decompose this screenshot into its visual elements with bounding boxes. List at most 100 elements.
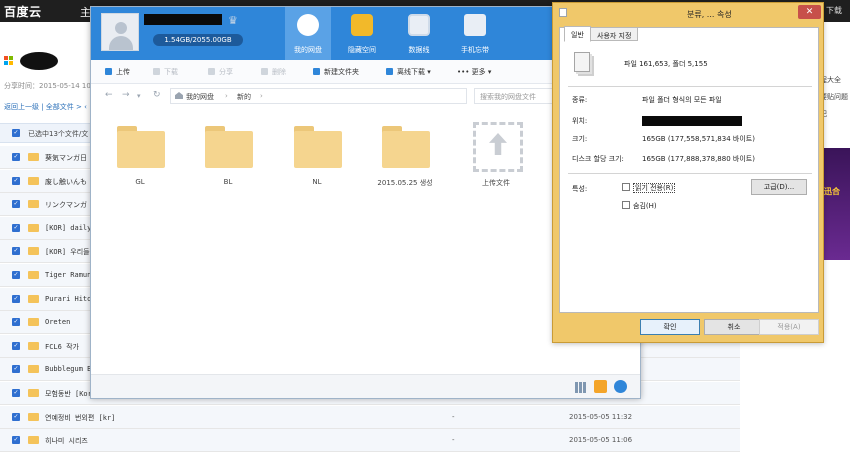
cloud-icon (297, 14, 319, 36)
location-label: 위치: (572, 117, 588, 125)
web-download-link[interactable]: 下载 (826, 5, 842, 16)
folder-icon (28, 341, 39, 350)
item-count: 파일 161,653, 폴더 5,155 (624, 60, 708, 68)
row-name[interactable]: 废し触いんも (45, 177, 87, 187)
row-name[interactable]: 모험동반 [Kor (45, 389, 92, 399)
share-icon (208, 68, 215, 75)
row-checkbox[interactable]: ✓ (12, 294, 20, 303)
row-name[interactable]: Purari Hitor (45, 295, 96, 303)
path-separator-icon: › (260, 92, 263, 100)
upload-icon (105, 68, 112, 75)
back-arrow-icon[interactable]: ← (105, 90, 113, 100)
row-name[interactable]: [KOR] daily (45, 224, 91, 232)
folder-icon (28, 389, 39, 397)
share-button[interactable]: 分享 (208, 67, 233, 77)
monitor-icon (408, 14, 430, 36)
row-name[interactable]: FCL6 작가 (45, 342, 79, 352)
selection-count: 已选中13个文件/文 (28, 130, 89, 138)
row-name[interactable]: Bubblegum Be (45, 365, 96, 373)
size-on-disk-value: 165GB (177,888,378,880 바이트) (642, 155, 755, 163)
row-checkbox[interactable]: ✓ (12, 318, 20, 327)
table-row[interactable]: ✓ 히나미 시리즈 - 2015-05-05 11:06 (0, 429, 740, 453)
tab-custom[interactable]: 사용자 지정 (590, 27, 639, 41)
row-checkbox[interactable]: ✓ (12, 176, 20, 185)
dialog-panel: 일반 사용자 지정 파일 161,653, 폴더 5,155 종류: 파일 폴더… (559, 26, 819, 313)
path-segment[interactable]: 新的 (237, 92, 251, 102)
close-button[interactable]: ✕ (798, 5, 821, 19)
tab-general[interactable]: 일반 (564, 26, 591, 42)
ok-button[interactable]: 확인 (640, 319, 700, 335)
path-breadcrumb[interactable]: 我的网盘 › 新的 › (170, 88, 467, 104)
row-name[interactable]: 연예정비 번외편 [kr] (45, 413, 115, 423)
forward-arrow-icon[interactable]: → (122, 90, 130, 100)
delete-button[interactable]: 删除 (261, 67, 286, 77)
phone-sync-icon (464, 14, 486, 36)
tab-phone-forgot[interactable]: 手机忘带 (452, 7, 498, 60)
dialog-title: 분류, ... 속성 (687, 10, 732, 19)
hidden-label: 숨김(H) (633, 202, 657, 210)
right-panel-link[interactable]: 要贴问题 (820, 89, 848, 106)
folder-icon (28, 176, 39, 185)
select-all-checkbox[interactable]: ✓ (12, 129, 20, 137)
row-checkbox[interactable]: ✓ (12, 389, 20, 397)
row-checkbox[interactable]: ✓ (12, 153, 20, 161)
row-name[interactable]: 葵気マンガ日 (45, 153, 87, 163)
tab-my-disk[interactable]: 我的网盘 (285, 7, 331, 60)
user-avatar[interactable] (101, 13, 139, 51)
row-name[interactable]: Tiger Ramune (45, 271, 96, 279)
row-checkbox[interactable]: ✓ (12, 247, 20, 256)
row-name[interactable]: 히나미 시리즈 (45, 436, 88, 446)
share-time: 分享时间：2015-05-14 10 (4, 82, 91, 90)
divider (568, 86, 812, 87)
tab-label: 我的网盘 (294, 46, 322, 54)
row-name[interactable]: [KOR] 우리들 (45, 247, 90, 257)
transfer-speed-icon[interactable] (614, 380, 627, 393)
right-panel-link[interactable]: 纪 (820, 106, 848, 123)
folder-icon (117, 126, 165, 168)
row-name[interactable]: リンクマンガ (45, 200, 87, 210)
hidden-checkbox[interactable] (622, 201, 630, 209)
row-name[interactable]: Oreten (45, 318, 70, 326)
row-checkbox[interactable]: ✓ (12, 341, 20, 350)
size-on-disk-label: 디스크 할당 크기: (572, 155, 624, 163)
dropdown-icon[interactable]: ▾ (137, 92, 141, 100)
offline-download-button[interactable]: 离线下载 ▾ (386, 67, 431, 77)
row-checkbox[interactable]: ✓ (12, 223, 20, 232)
avatar-head (115, 22, 127, 34)
row-date: 2015-05-05 11:06 (569, 436, 633, 445)
avatar-body (109, 36, 133, 50)
more-button[interactable]: ••• 更多 ▾ (457, 67, 491, 77)
advanced-button[interactable]: 고급(D)... (751, 179, 807, 195)
path-segment[interactable]: 我的网盘 (186, 92, 214, 102)
download-button[interactable]: 下载 (153, 67, 178, 77)
folder-name: NL (312, 178, 322, 186)
upload-button[interactable]: 上传 (105, 67, 130, 77)
baidu-yun-logo[interactable]: 百度云 (4, 3, 42, 20)
plugin-icon[interactable] (594, 380, 607, 393)
table-row[interactable]: ✓ 연예정비 번외편 [kr] - 2015-05-05 11:32 (0, 405, 740, 429)
row-checkbox[interactable]: ✓ (12, 200, 20, 209)
tab-hidden-space[interactable]: 隐藏空间 (339, 7, 385, 60)
new-folder-button[interactable]: 新建文件夹 (313, 67, 359, 77)
grid-view-icon[interactable] (575, 382, 586, 393)
tab-label: 数据线 (408, 46, 430, 54)
row-checkbox[interactable]: ✓ (12, 436, 20, 445)
breadcrumb[interactable]: 返回上一级 | 全部文件 > ‹ (4, 102, 87, 112)
storage-quota: 1.54GB/2055.00GB (153, 34, 243, 46)
vip-crown-icon[interactable]: ♛ (228, 14, 238, 27)
ad-banner[interactable]: 迅合 (820, 148, 850, 260)
row-checkbox[interactable]: ✓ (12, 365, 20, 374)
size-label: 크기: (572, 135, 588, 143)
tab-data-cable[interactable]: 数据线 (396, 7, 442, 60)
row-size: - (452, 436, 455, 445)
readonly-checkbox[interactable] (622, 183, 630, 191)
right-panel-links: 程大全 要贴问题 纪 (820, 72, 848, 123)
cancel-button[interactable]: 취소 (704, 319, 764, 335)
folder-icon (205, 126, 253, 168)
new-folder-icon (313, 68, 320, 75)
refresh-icon[interactable]: ↻ (153, 90, 161, 100)
apply-button[interactable]: 적용(A) (759, 319, 819, 335)
right-panel-link[interactable]: 程大全 (820, 72, 848, 89)
row-checkbox[interactable]: ✓ (12, 271, 20, 279)
row-checkbox[interactable]: ✓ (12, 412, 20, 421)
